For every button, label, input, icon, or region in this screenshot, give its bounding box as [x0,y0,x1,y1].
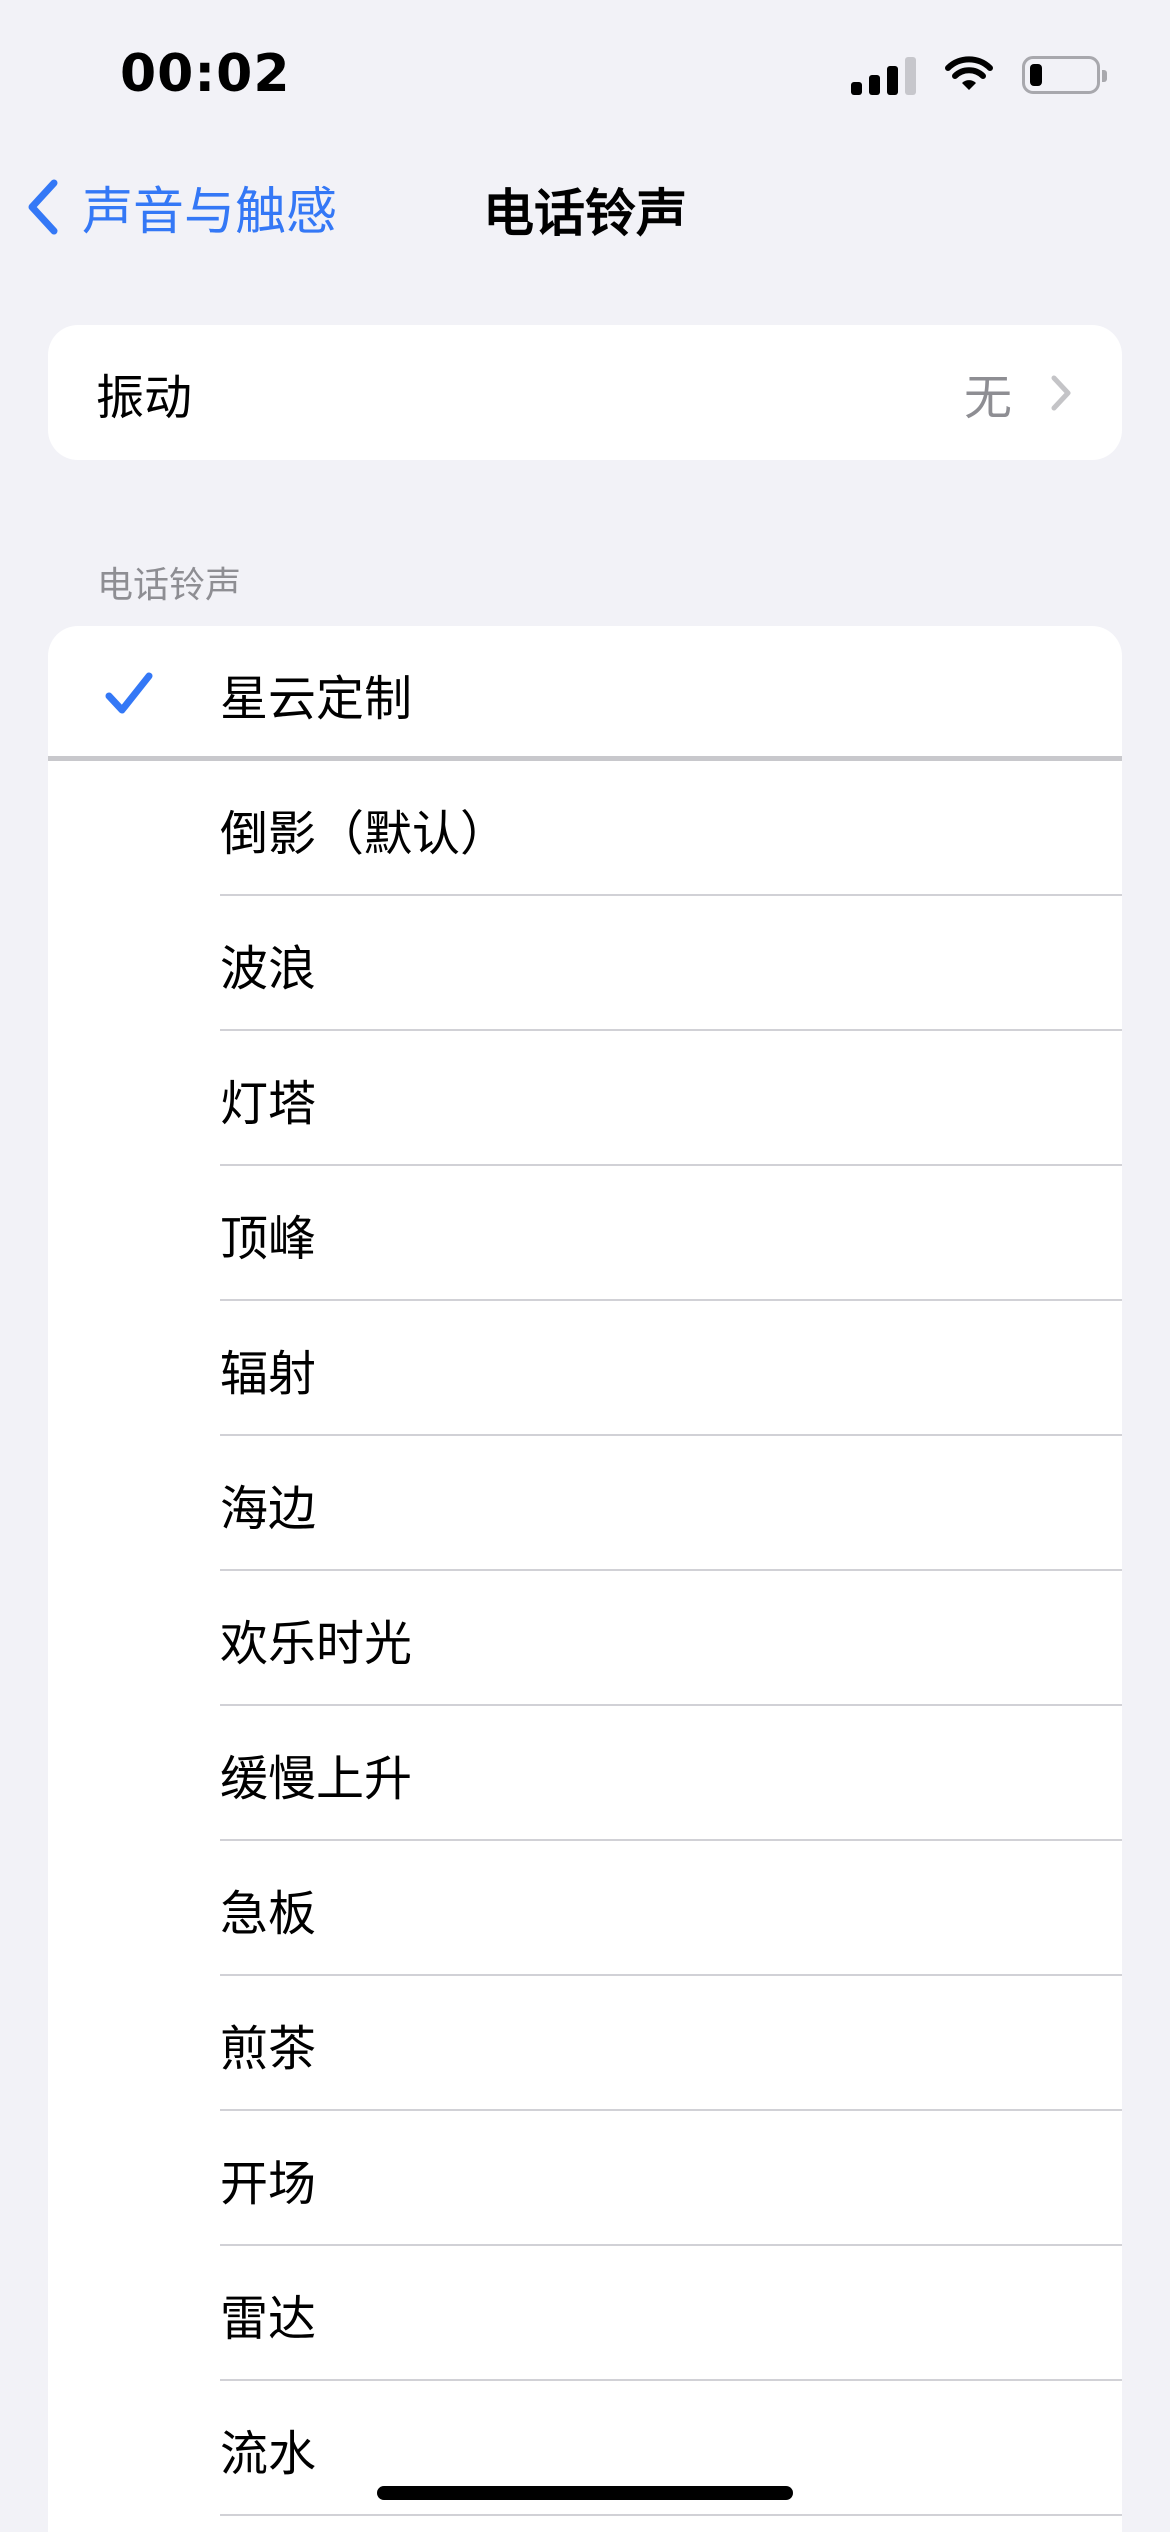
checkmark-icon [105,672,153,713]
ringtone-label: 雷达 [220,2290,317,2347]
ringtone-label: 波浪 [220,940,317,997]
ringtone-label: 煎茶 [220,2020,317,2077]
navigation-bar: 声音与触感 电话铃声 [0,160,1170,250]
ringtone-label: 欢乐时光 [220,1615,413,1672]
vibration-group: 振动 无 [48,325,1122,460]
page-title: 电话铃声 [482,185,687,244]
wifi-icon [945,56,993,90]
ringtone-label: 顶峰 [220,1210,317,1267]
ringtone-label: 急板 [220,1885,317,1942]
ringtone-section-header: 电话铃声 [97,565,242,606]
list-item[interactable]: 开场 [48,2111,1122,2246]
vibration-row[interactable]: 振动 无 [48,325,1122,460]
status-bar: 00:02 [0,0,1170,150]
list-item[interactable]: 欢乐时光 [48,1571,1122,1706]
battery-icon [1022,56,1107,94]
ringtone-label: 星云定制 [220,670,413,727]
list-item[interactable]: 顶峰 [48,1166,1122,1301]
status-time: 00:02 [120,44,291,104]
list-item[interactable]: 雷达 [48,2246,1122,2381]
list-item[interactable]: 灯塔 [48,1031,1122,1166]
list-item[interactable]: 海边 [48,1436,1122,1571]
vibration-value: 无 [963,369,1012,426]
list-item[interactable]: 急板 [48,1841,1122,1976]
ringtone-label: 缓慢上升 [220,1750,413,1807]
ringtone-label: 灯塔 [220,1075,317,1132]
list-item[interactable]: 倒影（默认） [48,761,1122,896]
ringtone-label: 流水 [220,2425,317,2482]
ringtone-list: 星云定制 倒影（默认） 波浪 灯塔 顶峰 辐射 海边 欢乐时光 缓慢上升 急板 … [48,626,1122,2532]
ringtone-label: 海边 [220,1480,317,1537]
vibration-label: 振动 [96,369,193,426]
chevron-right-icon [1051,375,1071,410]
list-item[interactable]: 煎茶 [48,1976,1122,2111]
status-indicators [851,55,1107,95]
cellular-signal-icon [851,55,916,95]
ringtone-label: 开场 [220,2155,317,2212]
settings-ringtone-page: 00:02 声音与触感 电话铃声 振动 无 电话铃声 星云定制 倒影（默认） 波… [0,0,1170,2532]
ringtone-label: 倒影（默认） [220,805,509,862]
home-indicator[interactable] [377,2486,793,2500]
list-item[interactable]: 辐射 [48,1301,1122,1436]
list-item[interactable]: 波浪 [48,896,1122,1031]
list-item[interactable]: 星云定制 [48,626,1122,761]
list-item[interactable]: 缓慢上升 [48,1706,1122,1841]
divider [220,2514,1122,2516]
ringtone-label: 辐射 [220,1345,317,1402]
